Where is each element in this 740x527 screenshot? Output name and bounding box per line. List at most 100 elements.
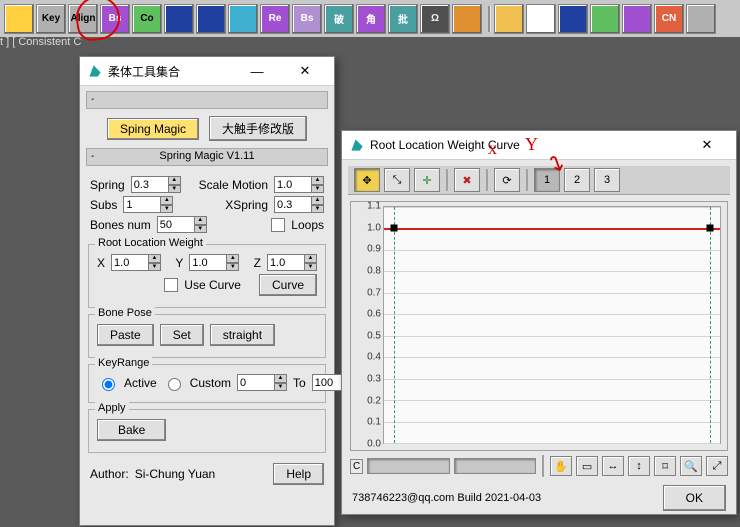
dialog-title: 柔体工具集合 <box>108 63 180 80</box>
po[interactable]: 破 <box>324 4 354 34</box>
y-tick: 0.7 <box>353 287 381 298</box>
y-tick: 0.5 <box>353 330 381 341</box>
tab-1[interactable]: 1 <box>534 168 560 192</box>
value-field-2[interactable] <box>454 458 536 474</box>
curve-knot[interactable] <box>391 225 398 232</box>
t2[interactable] <box>196 4 226 34</box>
subs-input[interactable] <box>123 196 161 213</box>
key[interactable]: Key <box>36 4 66 34</box>
author-label: Author: <box>90 467 129 481</box>
zoom-v[interactable]: ↕ <box>628 456 650 476</box>
t1[interactable] <box>164 4 194 34</box>
minimize-button[interactable]: — <box>236 57 278 85</box>
t3[interactable] <box>228 4 258 34</box>
script-icon[interactable] <box>4 4 34 34</box>
y-input[interactable] <box>189 254 227 271</box>
xspring-label: XSpring <box>225 198 268 212</box>
jiao[interactable]: 角 <box>356 4 386 34</box>
curve-bottom-toolbar: C ✋ ▭ ↔ ↕ ⌑ 🔍 ⤢ <box>350 455 728 477</box>
help-button[interactable]: Help <box>273 463 324 485</box>
pan-tool[interactable]: ✋ <box>550 456 572 476</box>
check[interactable] <box>526 4 556 34</box>
curve-dialog-title: Root Location Weight Curve <box>370 138 520 152</box>
y-tick: 0.1 <box>353 417 381 428</box>
o1[interactable]: Ω <box>420 4 450 34</box>
cube2[interactable] <box>590 4 620 34</box>
zoom-tool[interactable]: 🔍 <box>680 456 702 476</box>
value-field-1[interactable] <box>367 458 449 474</box>
curve-toolbar: ✥ ⤡ ✛ ✖ ⟳ 1 2 3 <box>348 166 730 195</box>
custom-radio[interactable] <box>168 378 181 391</box>
status-text: t ] [ Consistent C <box>0 36 81 48</box>
dialog-titlebar[interactable]: 柔体工具集合 — ✕ <box>80 57 334 86</box>
tab-2[interactable]: 2 <box>564 168 590 192</box>
spring-input[interactable] <box>131 176 169 193</box>
cn[interactable]: CN <box>654 4 684 34</box>
footer-text: 738746223@qq.com Build 2021-04-03 <box>352 492 541 504</box>
rollout2-header[interactable]: -Spring Magic V1.11 <box>86 148 328 166</box>
zoom-region[interactable]: ⌑ <box>654 456 676 476</box>
sping-magic-button[interactable]: Sping Magic <box>107 118 199 140</box>
curve-dialog-titlebar[interactable]: Root Location Weight Curve ✕ <box>342 131 736 160</box>
spring-magic-dialog: 柔体工具集合 — ✕ - Sping Magic 大触手修改版 -Spring … <box>79 56 335 526</box>
move-tool[interactable]: ✥ <box>354 168 380 192</box>
scale-input[interactable] <box>274 176 312 193</box>
spring-label: Spring <box>90 178 125 192</box>
bs15[interactable]: Bs <box>292 4 322 34</box>
curve-knot[interactable] <box>706 225 713 232</box>
y-tick: 0.9 <box>353 244 381 255</box>
folder[interactable] <box>494 4 524 34</box>
loops-checkbox[interactable] <box>271 218 285 232</box>
pi[interactable]: 批 <box>388 4 418 34</box>
active-radio[interactable] <box>102 378 115 391</box>
app-icon <box>350 138 364 152</box>
top-toolbar: KeyAlignBsCoReBs破角批ΩCN <box>0 0 740 37</box>
z-input[interactable] <box>267 254 305 271</box>
co[interactable]: Co <box>132 4 162 34</box>
close-button[interactable]: ✕ <box>284 57 326 85</box>
bone-pose-group: Bone Pose Paste Set straight <box>88 314 326 358</box>
cube3[interactable] <box>622 4 652 34</box>
curve-graph[interactable]: 1.11.00.90.80.70.60.50.40.30.20.10.0 <box>350 201 728 451</box>
align[interactable]: Align <box>68 4 98 34</box>
keyrange-group: KeyRange Active Custom ▲▼ To ▲▼ <box>88 364 326 403</box>
tentacle-button[interactable]: 大触手修改版 <box>209 116 307 141</box>
add-point-tool[interactable]: ✛ <box>414 168 440 192</box>
set-button[interactable]: Set <box>160 324 204 346</box>
zoom-extents[interactable]: ▭ <box>576 456 598 476</box>
y-tick: 1.1 <box>353 201 381 212</box>
xspring-input[interactable] <box>274 196 312 213</box>
straight-button[interactable]: straight <box>210 324 275 346</box>
root-location-weight-group: Root Location Weight X ▲▼ Y ▲▼ Z ▲▼ Use … <box>88 244 326 308</box>
unk[interactable] <box>686 4 716 34</box>
rollout1-header[interactable]: - <box>86 91 328 109</box>
custom[interactable] <box>452 4 482 34</box>
ok-button[interactable]: OK <box>663 485 726 511</box>
bones-label: Bones num <box>90 218 151 232</box>
from-input[interactable] <box>237 374 275 391</box>
scale-tool[interactable]: ⤡ <box>384 168 410 192</box>
y-tick: 0.4 <box>353 352 381 363</box>
zoom-all[interactable]: ⤢ <box>706 456 728 476</box>
bs14[interactable]: Bs <box>100 4 130 34</box>
loops-label: Loops <box>291 218 324 232</box>
delete-tool[interactable]: ✖ <box>454 168 480 192</box>
rename[interactable]: Re <box>260 4 290 34</box>
zoom-h[interactable]: ↔ <box>602 456 624 476</box>
scale-label: Scale Motion <box>199 178 268 192</box>
curve-button[interactable]: Curve <box>259 274 317 296</box>
use-curve-checkbox[interactable] <box>164 278 178 292</box>
y-tick: 0.6 <box>353 309 381 320</box>
x-input[interactable] <box>111 254 149 271</box>
bake-button[interactable]: Bake <box>97 419 166 441</box>
y-tick: 0.3 <box>353 374 381 385</box>
close-button[interactable]: ✕ <box>686 131 728 159</box>
reset-tool[interactable]: ⟳ <box>494 168 520 192</box>
tab-3[interactable]: 3 <box>594 168 620 192</box>
bones-input[interactable] <box>157 216 195 233</box>
cube1[interactable] <box>558 4 588 34</box>
app-icon <box>88 64 102 78</box>
y-tick: 0.2 <box>353 395 381 406</box>
y-tick: 1.0 <box>353 222 381 233</box>
paste-button[interactable]: Paste <box>97 324 154 346</box>
